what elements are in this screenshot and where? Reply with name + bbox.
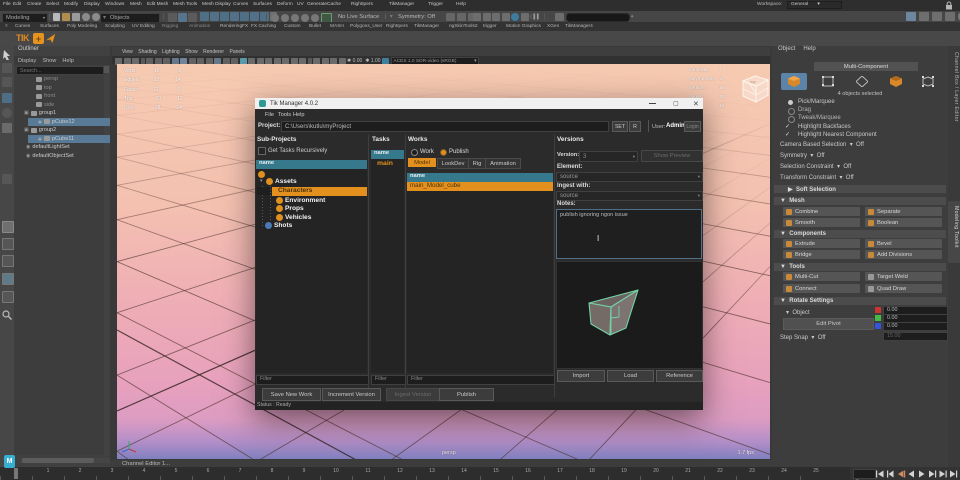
svg-text:top: top	[750, 79, 756, 84]
